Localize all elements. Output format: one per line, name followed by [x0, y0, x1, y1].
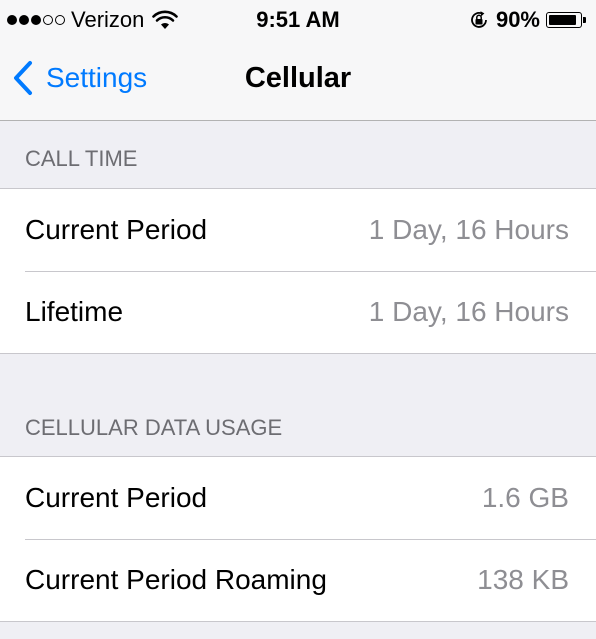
row-current-period-roaming: Current Period Roaming 138 KB: [0, 539, 596, 621]
row-current-period-call-time: Current Period 1 Day, 16 Hours: [0, 189, 596, 271]
call-time-group: Current Period 1 Day, 16 Hours Lifetime …: [0, 188, 596, 354]
row-label: Lifetime: [25, 296, 124, 327]
row-value: 138 KB: [477, 564, 569, 595]
row-current-period-data: Current Period 1.6 GB: [0, 457, 596, 539]
cellular-data-usage-group: Current Period 1.6 GB Current Period Roa…: [0, 456, 596, 622]
row-value: 1.6 GB: [481, 482, 569, 513]
section-header-call-time: CALL TIME: [25, 146, 138, 171]
status-right: 90%: [468, 7, 586, 33]
page-title: Cellular: [244, 62, 352, 94]
row-label: Current Period: [25, 214, 208, 245]
battery-tip: [583, 17, 586, 23]
section-header-cellular-data-usage: CELLULAR DATA USAGE: [25, 415, 283, 440]
rotation-lock-icon: [471, 11, 487, 28]
navigation-bar: Settings Cellular: [0, 40, 596, 121]
row-label: Current Period: [25, 482, 208, 513]
battery-percentage: 90%: [495, 7, 540, 32]
row-label: Current Period Roaming: [25, 564, 327, 595]
row-value: 1 Day, 16 Hours: [368, 296, 569, 327]
battery-fill: [549, 15, 576, 25]
status-bar: Verizon 9:51 AM 90%: [0, 0, 596, 40]
row-value: 1 Day, 16 Hours: [368, 214, 569, 245]
battery-icon: [546, 12, 582, 28]
row-lifetime-call-time: Lifetime 1 Day, 16 Hours: [0, 271, 596, 353]
